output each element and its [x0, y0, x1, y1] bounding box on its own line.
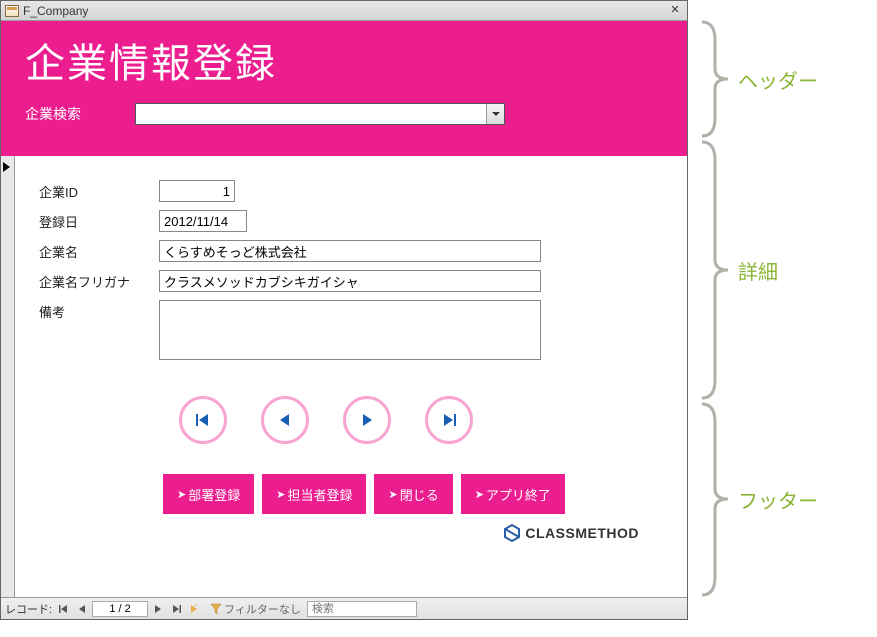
anno-header-label: ヘッダー	[738, 65, 818, 94]
record-label: レコード:	[5, 601, 52, 617]
dept-register-button[interactable]: ➤ 部署登録	[163, 474, 254, 514]
person-register-button[interactable]: ➤ 担当者登録	[262, 474, 366, 514]
sb-search-field[interactable]	[307, 601, 417, 617]
next-icon	[359, 412, 375, 428]
prev-icon	[77, 604, 87, 614]
search-input[interactable]	[136, 104, 486, 124]
close-button[interactable]: ➤ 閉じる	[374, 474, 452, 514]
form-icon	[5, 5, 19, 17]
sb-last-button[interactable]	[168, 601, 184, 617]
company-furigana-label: 企業名フリガナ	[39, 270, 159, 291]
first-icon	[195, 412, 211, 428]
form-body: 企業情報登録 企業検索 企業ID 登録日	[1, 21, 687, 597]
record-marker-icon	[3, 162, 10, 172]
statusbar: レコード: * フィルターなし	[1, 597, 687, 619]
chevron-down-icon	[492, 112, 500, 116]
filter-icon	[210, 603, 222, 615]
company-id-label: 企業ID	[39, 180, 159, 201]
last-icon	[441, 412, 457, 428]
record-selector[interactable]	[1, 156, 15, 597]
anno-detail: 詳細	[700, 140, 778, 400]
close-label: 閉じる	[400, 485, 439, 504]
prev-icon	[277, 412, 293, 428]
titlebar: F_Company ✕	[1, 1, 687, 21]
anno-footer: フッター	[700, 402, 818, 597]
search-row: 企業検索	[25, 103, 663, 125]
next-icon	[153, 604, 163, 614]
record-nav-row	[179, 396, 663, 444]
search-combobox[interactable]	[135, 103, 505, 125]
sb-filter[interactable]: フィルターなし	[210, 601, 301, 617]
dept-register-label: 部署登録	[188, 485, 240, 504]
sb-next-button[interactable]	[150, 601, 166, 617]
action-row: ➤ 部署登録 ➤ 担当者登録 ➤ 閉じる ➤ アプリ終了	[163, 474, 663, 514]
arrow-icon: ➤	[177, 488, 186, 501]
sb-first-button[interactable]	[56, 601, 72, 617]
logo-text: CLASSMETHOD	[525, 525, 639, 541]
filter-text: フィルターなし	[224, 601, 301, 617]
logo-mark-icon	[503, 524, 521, 542]
last-icon	[171, 604, 181, 614]
form-detail-section: 企業ID 登録日 企業名 企業名フリガナ 備考	[1, 156, 687, 378]
memo-field[interactable]	[159, 300, 541, 360]
register-date-field[interactable]	[159, 210, 247, 232]
svg-text:*: *	[195, 604, 198, 610]
sb-page-field[interactable]	[92, 601, 148, 617]
window-title: F_Company	[23, 4, 88, 18]
register-date-label: 登録日	[39, 210, 159, 231]
arrow-icon: ➤	[276, 488, 285, 501]
company-name-field[interactable]	[159, 240, 541, 262]
sb-new-button[interactable]: *	[186, 601, 202, 617]
company-name-label: 企業名	[39, 240, 159, 261]
anno-detail-label: 詳細	[738, 256, 778, 285]
sb-prev-button[interactable]	[74, 601, 90, 617]
quit-app-label: アプリ終了	[486, 485, 551, 504]
nav-last-button[interactable]	[425, 396, 473, 444]
new-record-icon: *	[189, 604, 199, 614]
dropdown-button[interactable]	[486, 104, 504, 124]
logo-row: CLASSMETHOD	[39, 524, 663, 542]
arrow-icon: ➤	[388, 488, 397, 501]
nav-prev-button[interactable]	[261, 396, 309, 444]
form-footer-section: ➤ 部署登録 ➤ 担当者登録 ➤ 閉じる ➤ アプリ終了	[1, 378, 687, 552]
form-header-section: 企業情報登録 企業検索	[1, 21, 687, 156]
statusbar-nav: *	[56, 601, 202, 617]
memo-label: 備考	[39, 300, 159, 321]
company-id-field[interactable]	[159, 180, 235, 202]
form-window: F_Company ✕ 企業情報登録 企業検索 企業ID	[0, 0, 688, 620]
nav-first-button[interactable]	[179, 396, 227, 444]
company-furigana-field[interactable]	[159, 270, 541, 292]
page-title: 企業情報登録	[25, 31, 663, 89]
window-close-button[interactable]: ✕	[667, 4, 683, 18]
nav-next-button[interactable]	[343, 396, 391, 444]
classmethod-logo: CLASSMETHOD	[503, 524, 639, 542]
anno-header: ヘッダー	[700, 20, 818, 138]
quit-app-button[interactable]: ➤ アプリ終了	[461, 474, 565, 514]
first-icon	[59, 604, 69, 614]
person-register-label: 担当者登録	[287, 485, 352, 504]
search-label: 企業検索	[25, 104, 135, 124]
anno-footer-label: フッター	[738, 485, 818, 514]
arrow-icon: ➤	[475, 488, 484, 501]
